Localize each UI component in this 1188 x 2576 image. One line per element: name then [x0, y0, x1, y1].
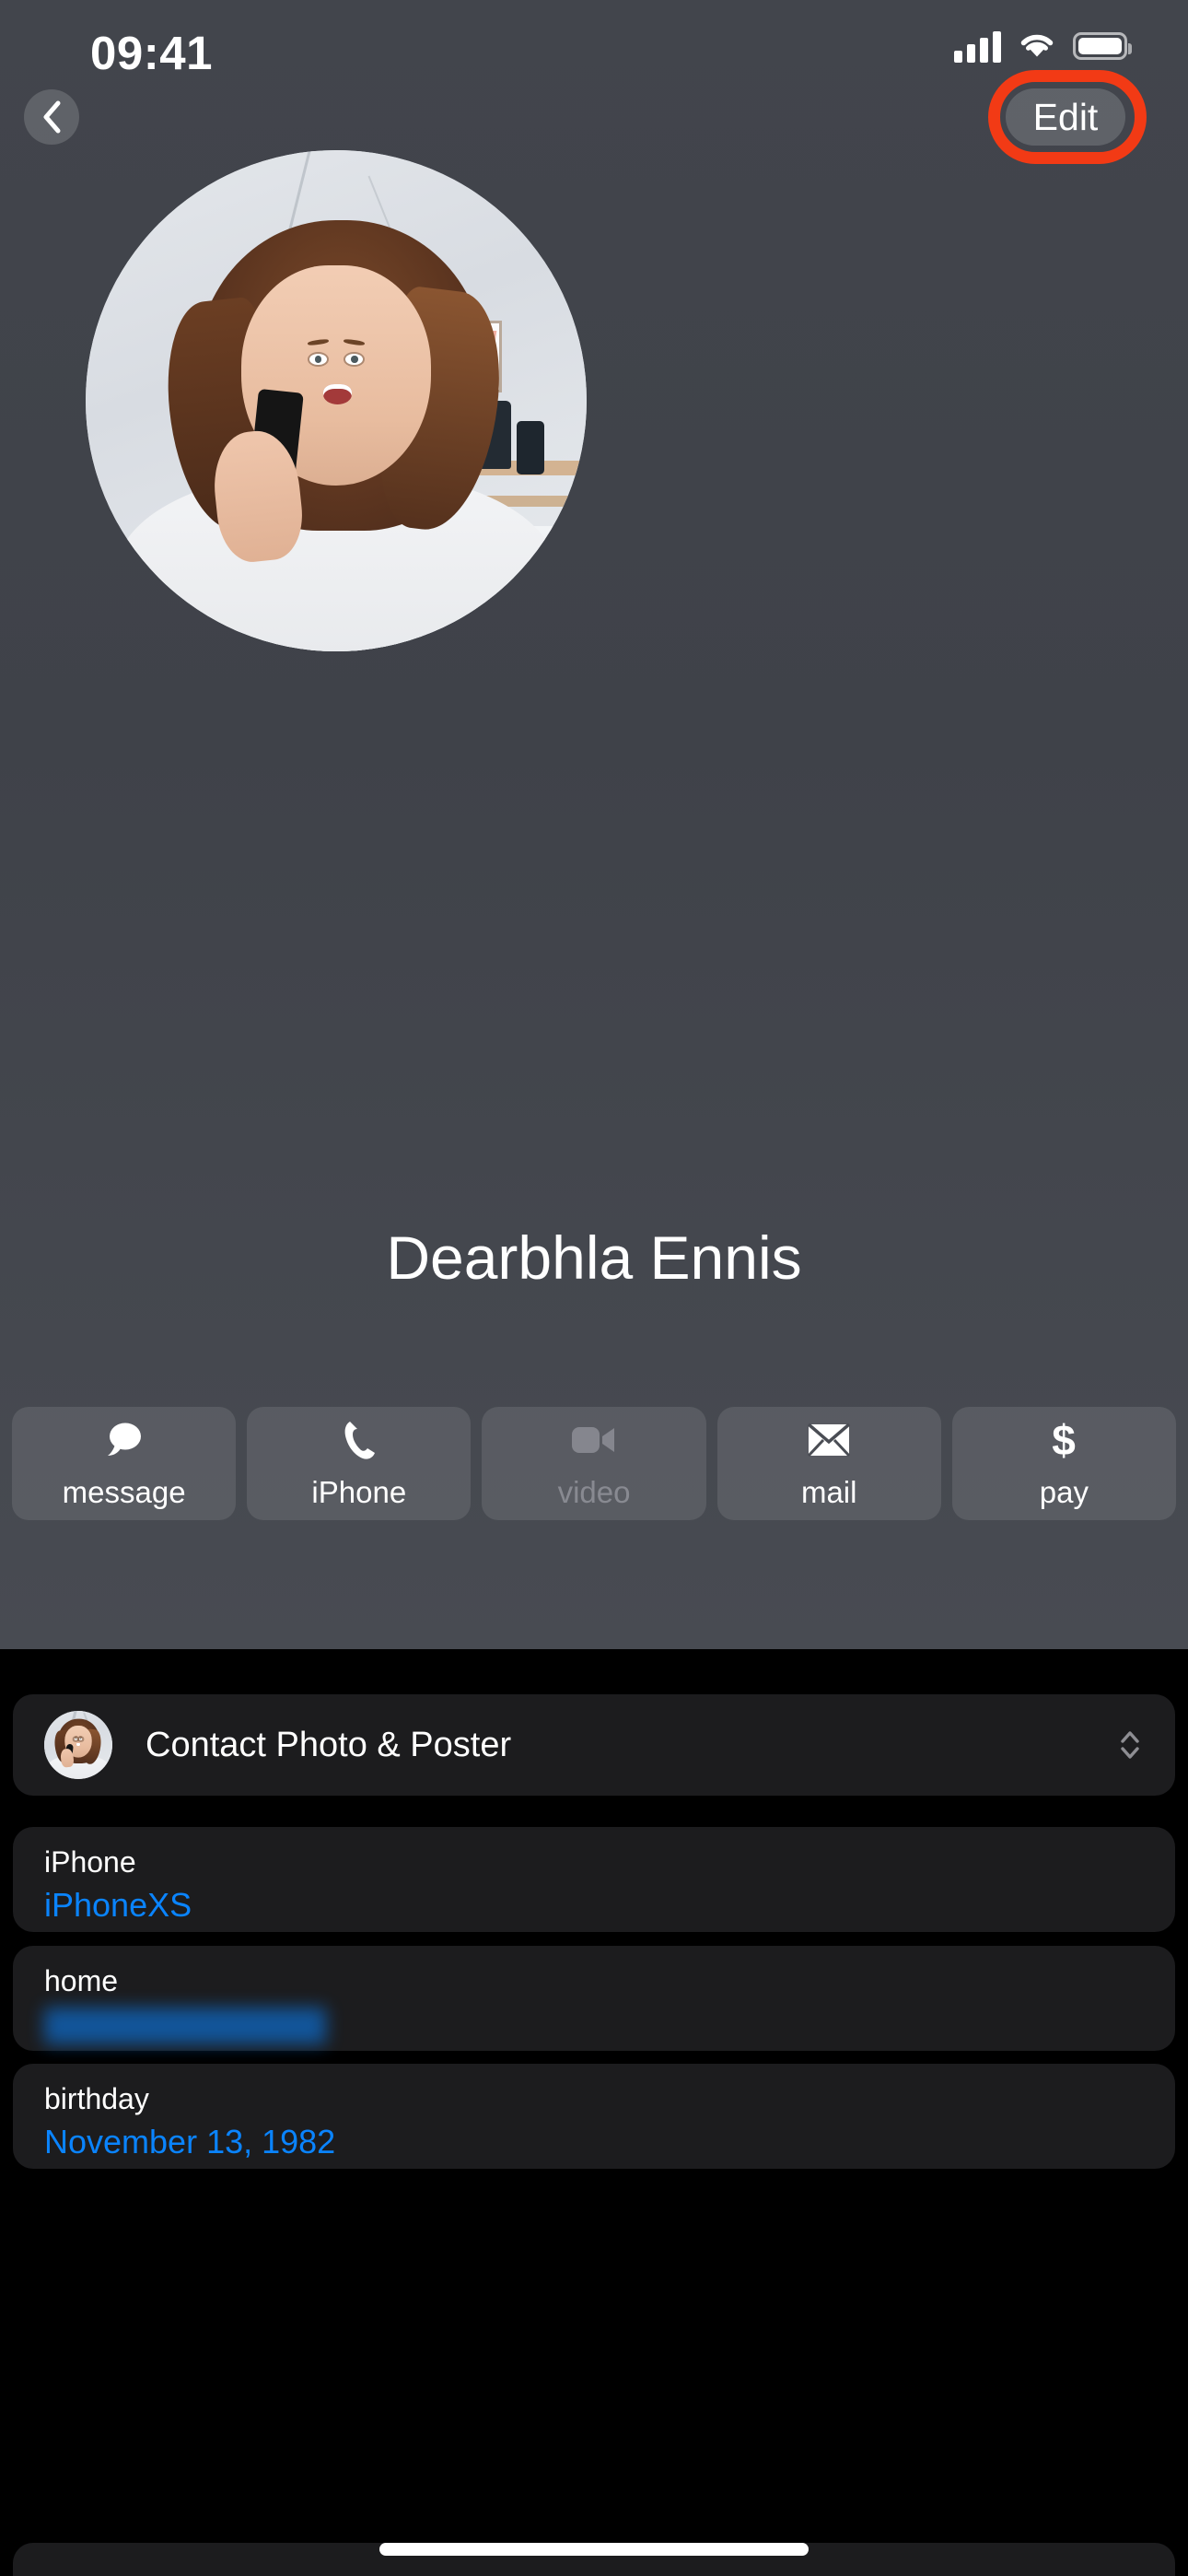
contact-detail-screen: 09:41 Edit Dearbhla Ennis message iPhone… [0, 0, 1188, 2576]
action-mail-label: mail [800, 1474, 857, 1509]
video-camera-icon [570, 1418, 618, 1462]
contact-photo-thumb-image [44, 1711, 112, 1779]
contact-header-panel: 09:41 Edit Dearbhla Ennis message iPhone… [0, 0, 1188, 1649]
field-label-iphone: iPhone [44, 1845, 136, 1879]
contact-name: Dearbhla Ennis [386, 1224, 802, 1292]
svg-text:$: $ [1053, 1417, 1077, 1463]
action-mail-button[interactable]: mail [716, 1407, 941, 1520]
field-value-home-redacted[interactable] [44, 2007, 326, 2044]
field-row-iphone[interactable]: iPhone iPhoneXS [13, 1827, 1175, 1932]
status-bar: 09:41 [0, 0, 1188, 106]
field-value-birthday[interactable]: November 13, 1982 [44, 2123, 1144, 2161]
action-pay-label: pay [1039, 1474, 1089, 1509]
quick-action-row: message iPhone video mail $ pay [12, 1407, 1177, 1520]
action-message-label: message [62, 1474, 186, 1509]
action-call-label: iPhone [311, 1474, 407, 1509]
edit-button-label: Edit [1032, 95, 1099, 138]
field-label-birthday: birthday [44, 2082, 149, 2115]
action-video-label: video [557, 1474, 631, 1509]
home-indicator-bar [379, 2543, 809, 2556]
message-bubble-icon [102, 1418, 146, 1462]
field-value-iphone[interactable]: iPhoneXS [44, 1886, 1144, 1925]
contact-details-list: Contact Photo & Poster iPhone iPhoneXS h… [0, 1649, 1188, 2576]
chevron-up-down-icon[interactable] [1116, 1725, 1144, 1765]
phone-handset-icon [339, 1418, 379, 1462]
envelope-icon [807, 1418, 851, 1462]
edit-button[interactable]: Edit [1006, 88, 1125, 146]
wifi-icon [1020, 34, 1054, 57]
status-bar-indicators [954, 29, 1132, 63]
field-row-home[interactable]: home [13, 1946, 1175, 2051]
contact-photo-poster-row[interactable]: Contact Photo & Poster [13, 1694, 1175, 1796]
contact-photo-poster-label: Contact Photo & Poster [146, 1725, 512, 1764]
field-row-birthday[interactable]: birthday November 13, 1982 [13, 2064, 1175, 2169]
action-message-button[interactable]: message [12, 1407, 237, 1520]
field-label-home: home [44, 1964, 119, 1997]
action-pay-button[interactable]: $ pay [951, 1407, 1177, 1520]
status-bar-time: 09:41 [90, 27, 213, 79]
action-video-button: video [482, 1407, 706, 1520]
back-button[interactable] [24, 89, 79, 145]
chevron-left-icon [43, 100, 61, 134]
action-call-button[interactable]: iPhone [247, 1407, 472, 1520]
dollar-sign-icon: $ [1048, 1417, 1079, 1463]
battery-full-icon [1073, 32, 1132, 60]
contact-photo-thumb [44, 1711, 112, 1779]
contact-photo-image [86, 150, 587, 651]
contact-avatar[interactable] [86, 150, 587, 651]
cellular-bars-icon [954, 29, 1001, 63]
